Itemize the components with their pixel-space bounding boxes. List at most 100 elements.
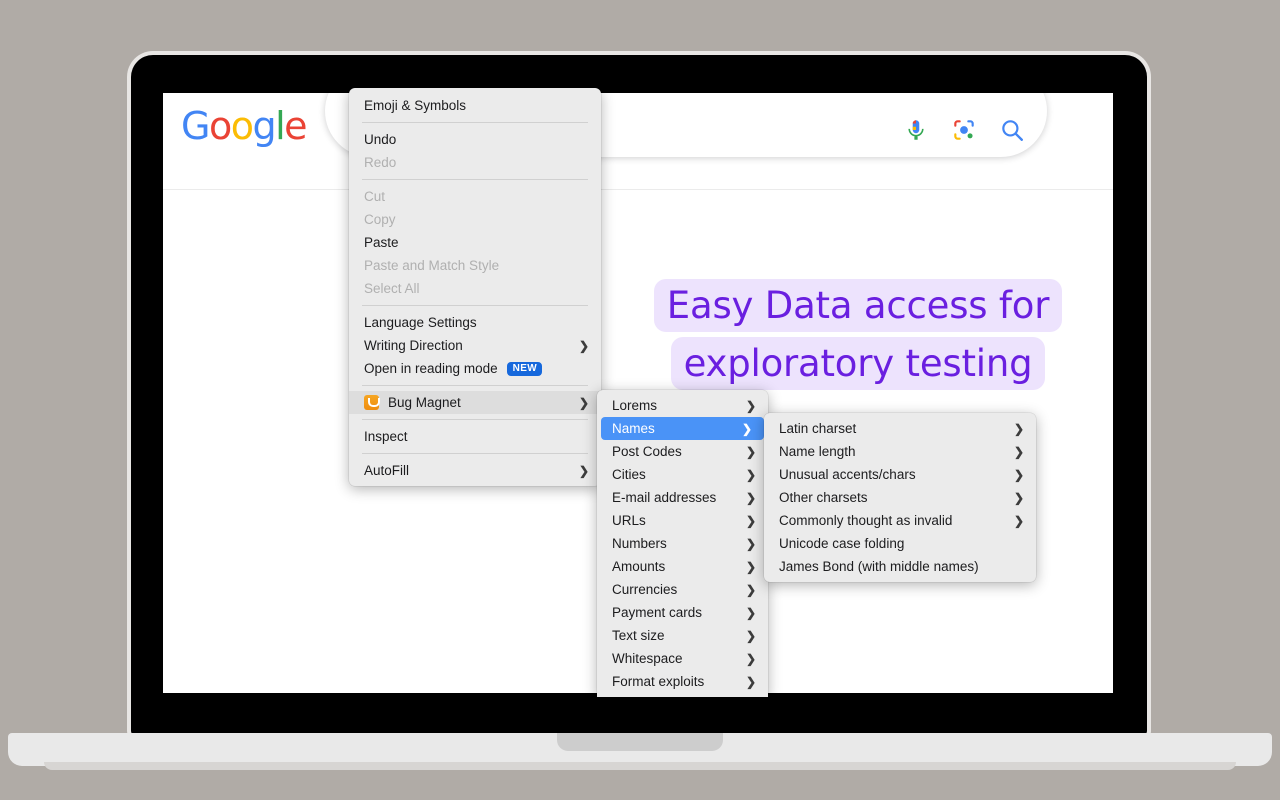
bugmagnet-item-currencies[interactable]: Currencies ❯ [597,578,768,601]
menu-separator [362,305,588,306]
menu-item-bug-magnet[interactable]: Bug Magnet ❯ [349,391,601,414]
hero-line-2: exploratory testing [670,337,1046,391]
chevron-right-icon: ❯ [578,395,589,410]
names-item-commonly-thought-as-invalid[interactable]: Commonly thought as invalid ❯ [764,509,1036,532]
menu-item-label: Post Codes [612,444,682,459]
bugmagnet-item-text-size[interactable]: Text size ❯ [597,624,768,647]
menu-separator [362,453,588,454]
menu-separator [362,419,588,420]
bugmagnet-item-format-exploits[interactable]: Format exploits ❯ [597,670,768,693]
chevron-right-icon: ❯ [745,513,756,528]
chevron-right-icon: ❯ [745,559,756,574]
menu-item-label: Paste and Match Style [364,258,500,273]
menu-item-label: Other charsets [779,490,868,505]
menu-item-label: Format exploits [612,674,705,689]
menu-item-label: AutoFill [364,463,410,478]
menu-item-open-in-reading-mode[interactable]: Open in reading mode NEW [349,357,601,380]
context-menu[interactable]: Emoji & Symbols Undo Redo Cut Copy Paste Paste… [349,88,601,486]
chevron-right-icon: ❯ [745,398,756,413]
names-item-unusual-accents-chars[interactable]: Unusual accents/chars ❯ [764,463,1036,486]
bug-magnet-submenu[interactable]: Lorems ❯ Names ❯ Post Codes ❯ Cities ❯ E-mail ad… [597,390,768,697]
bugmagnet-item-names[interactable]: Names ❯ [601,417,764,440]
logo-letter: o [230,104,254,148]
bugmagnet-item-post-codes[interactable]: Post Codes ❯ [597,440,768,463]
menu-item-copy: Copy [349,208,601,231]
menu-item-inspect[interactable]: Inspect [349,425,601,448]
laptop-trackpad-notch [557,733,723,751]
menu-item-label: Undo [364,132,397,147]
bugmagnet-item-e-mail-addresses[interactable]: E-mail addresses ❯ [597,486,768,509]
menu-item-writing-direction[interactable]: Writing Direction ❯ [349,334,601,357]
bug-magnet-icon [364,395,380,410]
chevron-right-icon: ❯ [745,628,756,643]
hero-line-1: Easy Data access for [653,279,1063,332]
menu-item-label: Name length [779,444,856,459]
chevron-right-icon: ❯ [745,605,756,620]
chevron-right-icon: ❯ [745,651,756,666]
names-item-latin-charset[interactable]: Latin charset ❯ [764,417,1036,440]
chevron-right-icon: ❯ [745,536,756,551]
menu-item-label: E-mail addresses [612,490,717,505]
menu-item-label: Select All [364,281,420,296]
screenshot-root: Google Easy Data access for exploratory … [0,0,1280,800]
google-logo[interactable]: Google [181,104,308,148]
chevron-right-icon: ❯ [1013,421,1024,436]
names-item-unicode-case-folding[interactable]: Unicode case folding [764,532,1036,555]
chevron-right-icon: ❯ [745,467,756,482]
logo-letter: o [208,104,232,148]
menu-item-label: Open in reading mode [364,361,498,376]
voice-search-icon[interactable] [903,117,929,143]
menu-item-label: Redo [364,155,397,170]
menu-item-undo[interactable]: Undo [349,128,601,151]
chevron-right-icon: ❯ [741,421,752,436]
menu-item-label: URLs [612,513,646,528]
menu-item-label: Copy [364,212,396,227]
menu-item-label: Inspect [364,429,408,444]
menu-item-label: James Bond (with middle names) [779,559,979,574]
bugmagnet-item-urls[interactable]: URLs ❯ [597,509,768,532]
menu-item-label: Cut [364,189,386,204]
menu-item-paste[interactable]: Paste [349,231,601,254]
menu-item-label: Currencies [612,582,678,597]
bugmagnet-item-amounts[interactable]: Amounts ❯ [597,555,768,578]
logo-letter: g [252,104,276,148]
menu-item-label: Numbers [612,536,667,551]
names-item-name-length[interactable]: Name length ❯ [764,440,1036,463]
menu-item-label: Language Settings [364,315,477,330]
menu-item-label: Names [612,421,655,436]
bugmagnet-item-lorems[interactable]: Lorems ❯ [597,394,768,417]
menu-item-label: Whitespace [612,651,683,666]
menu-item-label: Bug Magnet [388,395,461,410]
names-item-james-bond-with-middle-names[interactable]: James Bond (with middle names) [764,555,1036,578]
google-header: Google [163,93,1113,190]
search-icon[interactable] [999,117,1025,143]
menu-item-label: Commonly thought as invalid [779,513,953,528]
chevron-right-icon: ❯ [1013,490,1024,505]
names-item-other-charsets[interactable]: Other charsets ❯ [764,486,1036,509]
chevron-right-icon: ❯ [1013,513,1024,528]
menu-item-language-settings[interactable]: Language Settings [349,311,601,334]
menu-item-autofill[interactable]: AutoFill ❯ [349,459,601,482]
menu-separator [362,179,588,180]
chevron-right-icon: ❯ [745,490,756,505]
menu-item-emoji-symbols[interactable]: Emoji & Symbols [349,94,601,117]
google-lens-icon[interactable] [951,117,977,143]
menu-item-label: Unusual accents/chars [779,467,916,482]
menu-item-redo: Redo [349,151,601,174]
bugmagnet-item-payment-cards[interactable]: Payment cards ❯ [597,601,768,624]
bugmagnet-item-numbers[interactable]: Numbers ❯ [597,532,768,555]
menu-separator [362,122,588,123]
bugmagnet-item-cities[interactable]: Cities ❯ [597,463,768,486]
names-submenu[interactable]: Latin charset ❯ Name length ❯ Unusual accent… [764,413,1036,582]
logo-letter: G [181,104,210,148]
chevron-right-icon: ❯ [745,674,756,689]
bugmagnet-item-whitespace[interactable]: Whitespace ❯ [597,647,768,670]
menu-item-label: Lorems [612,398,658,413]
menu-item-label: Latin charset [779,421,857,436]
chevron-right-icon: ❯ [578,338,589,353]
menu-item-select-all: Select All [349,277,601,300]
logo-letter: e [284,104,307,148]
menu-item-cut: Cut [349,185,601,208]
chevron-right-icon: ❯ [578,463,589,478]
menu-item-label: Unicode case folding [779,536,905,551]
